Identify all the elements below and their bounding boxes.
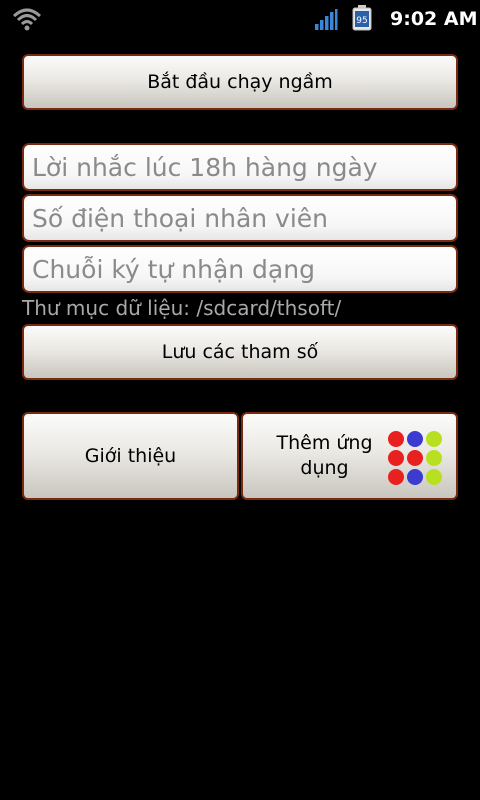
about-label: Giới thiệu — [84, 445, 177, 467]
about-button[interactable]: Giới thiệu — [22, 412, 239, 500]
save-params-button[interactable]: Lưu các tham số — [22, 324, 458, 380]
signal-bars-icon — [314, 9, 338, 35]
reminder-input[interactable] — [22, 143, 458, 191]
id-string-input[interactable] — [22, 245, 458, 293]
battery-icon: 95 — [352, 5, 372, 35]
battery-level: 95 — [356, 16, 367, 26]
start-background-label: Bắt đầu chạy ngầm — [147, 71, 333, 93]
add-app-button[interactable]: Thêm ứng dụng — [241, 412, 458, 500]
data-folder-label: Thư mục dữ liệu: /sdcard/thsoft/ — [22, 296, 342, 320]
save-params-label: Lưu các tham số — [161, 341, 319, 363]
wifi-icon — [12, 6, 42, 36]
phone-input[interactable] — [22, 194, 458, 242]
status-time: 9:02 AM — [390, 8, 478, 30]
app-grid-icon — [388, 431, 444, 487]
add-app-label: Thêm ứng dụng — [276, 432, 373, 479]
start-background-button[interactable]: Bắt đầu chạy ngầm — [22, 54, 458, 110]
status-bar: 95 9:02 AM — [0, 0, 480, 38]
